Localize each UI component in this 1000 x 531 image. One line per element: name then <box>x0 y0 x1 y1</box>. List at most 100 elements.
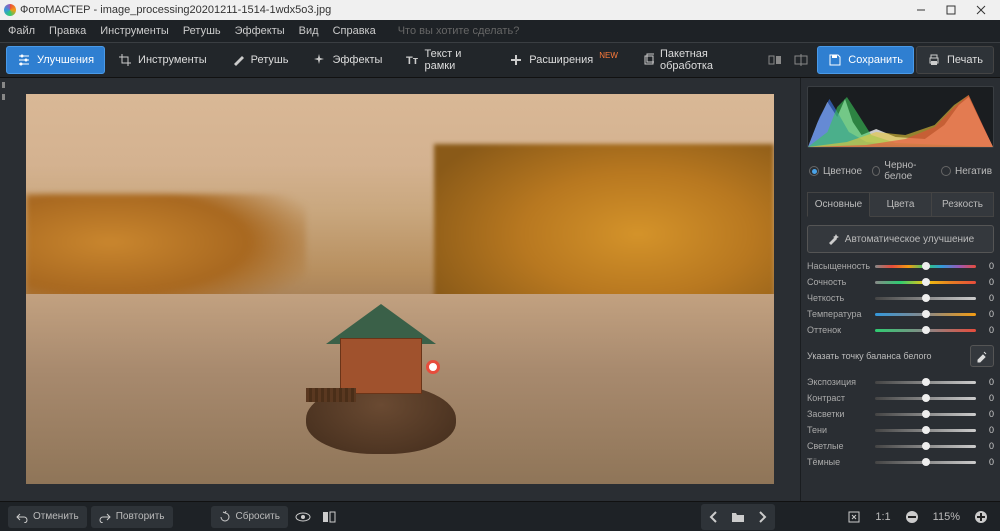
preview-toggle[interactable] <box>292 506 314 528</box>
close-button[interactable] <box>966 1 996 19</box>
stack-icon <box>642 53 654 67</box>
tab-text-label: Текст и рамки <box>425 48 486 72</box>
zoom-ratio[interactable]: 1:1 <box>869 511 896 523</box>
slider-tint-label: Оттенок <box>807 325 871 335</box>
slider-whites-label: Светлые <box>807 441 871 451</box>
text-icon: Tт <box>406 53 418 67</box>
white-balance-row: Указать точку баланса белого <box>807 339 994 373</box>
before-after-icon[interactable] <box>763 46 787 74</box>
tab-extensions[interactable]: Расширения NEW <box>498 46 629 74</box>
tab-sharpness[interactable]: Резкость <box>932 192 994 217</box>
histogram[interactable] <box>807 86 994 148</box>
slider-contrast[interactable] <box>875 397 976 400</box>
radio-negative[interactable]: Негатив <box>941 160 992 182</box>
auto-enhance-button[interactable]: Автоматическое улучшение <box>807 225 994 253</box>
slider-highlights[interactable] <box>875 413 976 416</box>
split-icon <box>322 510 336 524</box>
slider-temperature[interactable] <box>875 313 976 316</box>
tab-enhance-label: Улучшения <box>37 54 94 66</box>
slider-contrast-label: Контраст <box>807 393 871 403</box>
eyedropper-icon <box>975 349 989 363</box>
tab-colors[interactable]: Цвета <box>870 192 932 217</box>
split-view[interactable] <box>318 506 340 528</box>
menu-retouch[interactable]: Ретушь <box>183 25 221 37</box>
chevron-left-icon <box>709 511 719 523</box>
slider-blacks[interactable] <box>875 461 976 464</box>
slider-blacks-label: Тёмные <box>807 457 871 467</box>
tab-retouch-label: Ретушь <box>251 54 289 66</box>
tab-text[interactable]: Tт Текст и рамки <box>395 46 496 74</box>
slider-saturation-label: Насыщенность <box>807 261 871 271</box>
save-label: Сохранить <box>848 54 903 66</box>
slider-shadows[interactable] <box>875 429 976 432</box>
eye-icon <box>295 511 311 523</box>
fit-icon <box>847 510 861 524</box>
app-icon <box>4 4 16 16</box>
canvas-area <box>0 78 800 501</box>
slider-shadows-label: Тени <box>807 425 871 435</box>
tab-effects[interactable]: Эффекты <box>301 46 393 74</box>
slider-saturation[interactable] <box>875 265 976 268</box>
main-area: Цветное Черно-белое Негатив Основные Цве… <box>0 78 1000 501</box>
print-icon <box>927 53 941 67</box>
plus-icon <box>509 53 523 67</box>
image-canvas[interactable] <box>26 94 774 484</box>
panel-tabs: Основные Цвета Резкость <box>807 192 994 217</box>
tab-tools-label: Инструменты <box>138 54 207 66</box>
menu-view[interactable]: Вид <box>299 25 319 37</box>
color-mode-radios: Цветное Черно-белое Негатив <box>807 156 994 192</box>
slider-whites[interactable] <box>875 445 976 448</box>
menu-help[interactable]: Справка <box>333 25 376 37</box>
slider-vibrance-label: Сочность <box>807 277 871 287</box>
tab-retouch[interactable]: Ретушь <box>220 46 300 74</box>
zoom-in[interactable] <box>970 506 992 528</box>
reset-button[interactable]: Сбросить <box>211 506 288 528</box>
chevron-right-icon <box>757 511 767 523</box>
wand-icon <box>827 233 839 245</box>
slider-clarity-label: Четкость <box>807 293 871 303</box>
tab-enhance[interactable]: Улучшения <box>6 46 105 74</box>
slider-clarity[interactable] <box>875 297 976 300</box>
menu-file[interactable]: Файл <box>8 25 35 37</box>
slider-highlights-label: Засветки <box>807 409 871 419</box>
slider-vibrance[interactable] <box>875 281 976 284</box>
tab-tools[interactable]: Инструменты <box>107 46 218 74</box>
sparkle-icon <box>312 53 326 67</box>
fit-screen[interactable] <box>843 506 865 528</box>
radio-bw[interactable]: Черно-белое <box>872 160 931 182</box>
print-label: Печать <box>947 54 983 66</box>
redo-button[interactable]: Повторить <box>91 506 173 528</box>
crop-icon <box>118 53 132 67</box>
slider-tint[interactable] <box>875 329 976 332</box>
compare-icon[interactable] <box>789 46 813 74</box>
slider-temperature-label: Температура <box>807 309 871 319</box>
window-title: ФотоМАСТЕР - image_processing20201211-15… <box>20 4 906 16</box>
nav-group <box>701 504 775 530</box>
zoom-out[interactable] <box>901 506 923 528</box>
color-sliders: Насыщенность0 Сочность0 Четкость0 Темпер… <box>807 261 994 335</box>
wb-label: Указать точку баланса белого <box>807 351 932 361</box>
print-button[interactable]: Печать <box>916 46 994 74</box>
tab-batch[interactable]: Пакетная обработка <box>631 46 761 74</box>
wb-picker-button[interactable] <box>970 345 994 367</box>
title-bar: ФотоМАСТЕР - image_processing20201211-15… <box>0 0 1000 20</box>
next-image[interactable] <box>751 506 773 528</box>
menu-tools[interactable]: Инструменты <box>100 25 169 37</box>
slider-exposure[interactable] <box>875 381 976 384</box>
menu-effects[interactable]: Эффекты <box>235 25 285 37</box>
minimize-button[interactable] <box>906 1 936 19</box>
main-toolbar: Улучшения Инструменты Ретушь Эффекты Tт … <box>0 42 1000 78</box>
undo-button[interactable]: Отменить <box>8 506 87 528</box>
tab-basic[interactable]: Основные <box>807 192 870 217</box>
maximize-button[interactable] <box>936 1 966 19</box>
menu-edit[interactable]: Правка <box>49 25 86 37</box>
exposure-sliders: Экспозиция0 Контраст0 Засветки0 Тени0 Св… <box>807 377 994 467</box>
save-button[interactable]: Сохранить <box>817 46 914 74</box>
open-folder[interactable] <box>727 506 749 528</box>
tab-batch-label: Пакетная обработка <box>660 48 750 72</box>
plus-circle-icon <box>974 510 988 524</box>
zoom-value: 115% <box>927 511 966 523</box>
command-search[interactable]: Что вы хотите сделать? <box>398 25 520 37</box>
prev-image[interactable] <box>703 506 725 528</box>
radio-color[interactable]: Цветное <box>809 160 862 182</box>
